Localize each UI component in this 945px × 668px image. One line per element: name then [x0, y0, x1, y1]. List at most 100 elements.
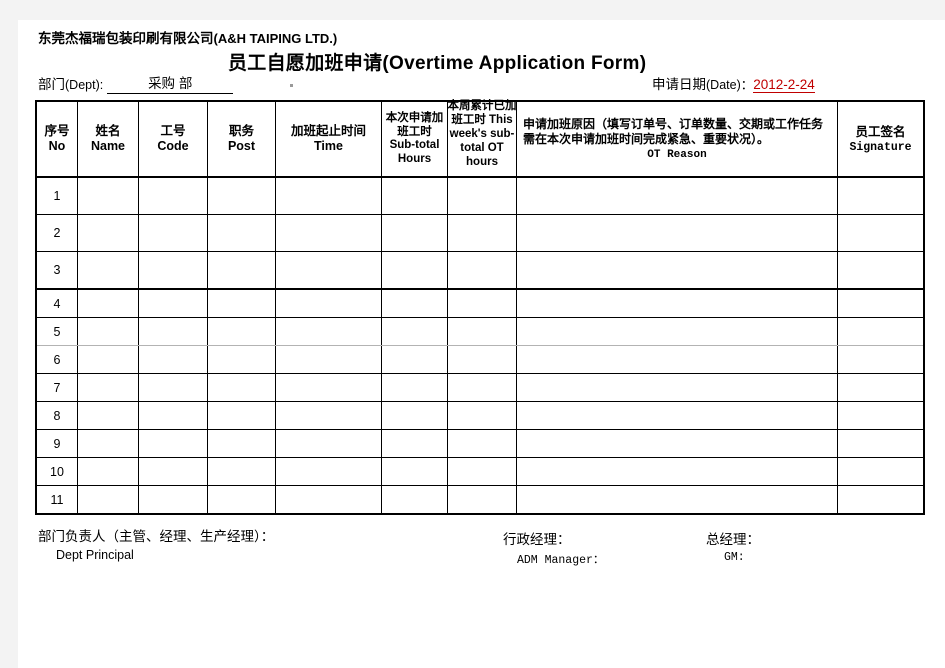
cell-week[interactable] — [447, 317, 517, 346]
date-field: 申请日期(Date)：2012-2-24 — [652, 73, 815, 93]
cell-time[interactable] — [275, 429, 382, 458]
cell-code[interactable] — [138, 429, 208, 458]
cell-week[interactable] — [447, 429, 517, 458]
cell-time[interactable] — [275, 345, 382, 374]
cell-reason[interactable] — [516, 373, 838, 402]
cell-signature[interactable] — [837, 429, 925, 458]
cell-name[interactable] — [77, 373, 139, 402]
cell-name[interactable] — [77, 485, 139, 515]
cell-name[interactable] — [77, 317, 139, 346]
cell-time[interactable] — [275, 214, 382, 252]
date-label-en: (Date)： — [706, 78, 754, 92]
cell-code[interactable] — [138, 373, 208, 402]
date-input[interactable]: 2012-2-24 — [753, 77, 815, 93]
cell-name[interactable] — [77, 345, 139, 374]
cell-signature[interactable] — [837, 373, 925, 402]
cell-signature[interactable] — [837, 251, 925, 290]
cell-name[interactable] — [77, 214, 139, 252]
cell-subtotal[interactable] — [381, 457, 448, 486]
cell-name[interactable] — [77, 401, 139, 430]
cell-subtotal[interactable] — [381, 345, 448, 374]
cell-post[interactable] — [207, 288, 276, 318]
cell-week[interactable] — [447, 457, 517, 486]
table-row: 7 — [35, 373, 925, 402]
cell-signature[interactable] — [837, 288, 925, 318]
cell-subtotal[interactable] — [381, 288, 448, 318]
cell-name[interactable] — [77, 457, 139, 486]
cell-week[interactable] — [447, 373, 517, 402]
cell-reason[interactable] — [516, 429, 838, 458]
cell-signature[interactable] — [837, 401, 925, 430]
cell-post[interactable] — [207, 345, 276, 374]
cell-post[interactable] — [207, 251, 276, 290]
cell-post[interactable] — [207, 176, 276, 215]
cell-post[interactable] — [207, 317, 276, 346]
overtime-table: 序号 No 姓名 Name 工号 Code 职务 Post 加班起止时间 Tim… — [35, 100, 925, 515]
cell-post[interactable] — [207, 214, 276, 252]
cell-week[interactable] — [447, 345, 517, 374]
cell-post[interactable] — [207, 457, 276, 486]
cell-time[interactable] — [275, 251, 382, 290]
cell-reason[interactable] — [516, 485, 838, 515]
cell-signature[interactable] — [837, 317, 925, 346]
cell-code[interactable] — [138, 214, 208, 252]
cell-reason[interactable] — [516, 288, 838, 318]
cell-time[interactable] — [275, 401, 382, 430]
cell-week[interactable] — [447, 401, 517, 430]
cell-time[interactable] — [275, 373, 382, 402]
cell-no: 10 — [35, 457, 78, 486]
cell-reason[interactable] — [516, 345, 838, 374]
cell-reason[interactable] — [516, 317, 838, 346]
cell-signature[interactable] — [837, 176, 925, 215]
cell-subtotal[interactable] — [381, 176, 448, 215]
cell-code[interactable] — [138, 485, 208, 515]
cell-time[interactable] — [275, 317, 382, 346]
cell-post[interactable] — [207, 429, 276, 458]
cell-post[interactable] — [207, 401, 276, 430]
cell-week[interactable] — [447, 176, 517, 215]
cell-signature[interactable] — [837, 345, 925, 374]
cell-subtotal[interactable] — [381, 401, 448, 430]
cell-name[interactable] — [77, 251, 139, 290]
cell-signature[interactable] — [837, 485, 925, 515]
col-header-week-text: 本周累计已加班工时 This week's sub-total OT hours — [447, 99, 517, 169]
cell-code[interactable] — [138, 345, 208, 374]
dept-field: 部门(Dept): 采购 部 — [38, 72, 234, 95]
cell-code[interactable] — [138, 251, 208, 290]
cell-post[interactable] — [207, 485, 276, 515]
cell-reason[interactable] — [516, 176, 838, 215]
cell-week[interactable] — [447, 214, 517, 252]
cell-code[interactable] — [138, 457, 208, 486]
cell-week[interactable] — [447, 485, 517, 515]
cell-subtotal[interactable] — [381, 373, 448, 402]
cell-code[interactable] — [138, 401, 208, 430]
cell-subtotal[interactable] — [381, 214, 448, 252]
cell-code[interactable] — [138, 317, 208, 346]
cell-name[interactable] — [77, 288, 139, 318]
cell-reason[interactable] — [516, 251, 838, 290]
cell-week[interactable] — [447, 288, 517, 318]
cell-signature[interactable] — [837, 214, 925, 252]
dept-input[interactable]: 采购 部 — [107, 72, 234, 94]
cell-subtotal[interactable] — [381, 317, 448, 346]
cell-week[interactable] — [447, 251, 517, 290]
cell-time[interactable] — [275, 176, 382, 215]
table-row: 3 — [35, 251, 925, 290]
cell-reason[interactable] — [516, 214, 838, 252]
cell-subtotal[interactable] — [381, 429, 448, 458]
cell-reason[interactable] — [516, 457, 838, 486]
cell-post[interactable] — [207, 373, 276, 402]
cell-name[interactable] — [77, 429, 139, 458]
cell-subtotal[interactable] — [381, 485, 448, 515]
cell-code[interactable] — [138, 288, 208, 318]
cell-reason[interactable] — [516, 401, 838, 430]
cell-time[interactable] — [275, 288, 382, 318]
dept-label-en: (Dept): — [65, 78, 104, 92]
cell-name[interactable] — [77, 176, 139, 215]
cell-time[interactable] — [275, 457, 382, 486]
cell-code[interactable] — [138, 176, 208, 215]
cell-subtotal[interactable] — [381, 251, 448, 290]
cell-signature[interactable] — [837, 457, 925, 486]
cell-time[interactable] — [275, 485, 382, 515]
col-header-name: 姓名 Name — [77, 100, 139, 178]
